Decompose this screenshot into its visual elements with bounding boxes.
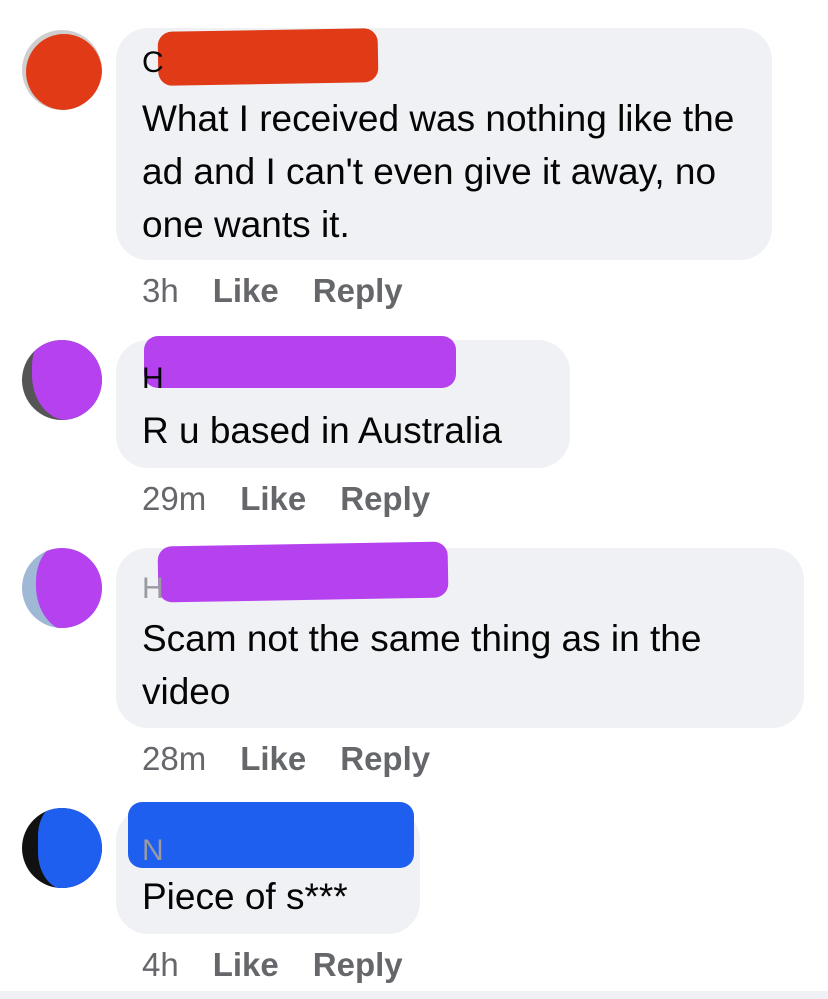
commenter-name[interactable]: H xyxy=(142,362,164,396)
like-button[interactable]: Like xyxy=(240,740,306,778)
comment-text: R u based in Australia xyxy=(142,410,502,451)
comment-text: Scam not the same thing as in the video xyxy=(142,618,702,712)
comment-text: Piece of s*** xyxy=(142,876,348,917)
reply-button[interactable]: Reply xyxy=(340,480,430,518)
comment-timestamp[interactable]: 28m xyxy=(142,740,206,778)
reply-button[interactable]: Reply xyxy=(313,272,403,310)
commenter-name[interactable]: N xyxy=(142,834,164,868)
comment-actions: 4h Like Reply xyxy=(142,946,403,984)
comment-actions: 28m Like Reply xyxy=(142,740,430,778)
comment-bubble: H R u based in Australia xyxy=(116,336,570,468)
comment-text: What I received was nothing like the ad … xyxy=(142,98,735,245)
comment-timestamp[interactable]: 29m xyxy=(142,480,206,518)
name-redaction xyxy=(157,541,449,603)
comment-bubble: C What I received was nothing like the a… xyxy=(116,28,772,260)
comment-bubble: N Piece of s*** xyxy=(116,802,420,934)
like-button[interactable]: Like xyxy=(213,272,279,310)
name-redaction xyxy=(157,28,379,86)
comment-timestamp[interactable]: 4h xyxy=(142,946,179,984)
name-redaction xyxy=(144,336,456,388)
like-button[interactable]: Like xyxy=(240,480,306,518)
reply-button[interactable]: Reply xyxy=(340,740,430,778)
commenter-avatar[interactable] xyxy=(22,340,102,420)
reply-button[interactable]: Reply xyxy=(313,946,403,984)
commenter-avatar[interactable] xyxy=(22,548,102,628)
like-button[interactable]: Like xyxy=(213,946,279,984)
commenter-name[interactable]: H xyxy=(142,572,164,606)
commenter-name[interactable]: C xyxy=(142,46,164,80)
comment-bubble: H Scam not the same thing as in the vide… xyxy=(116,541,804,728)
comment-timestamp[interactable]: 3h xyxy=(142,272,179,310)
bottom-divider xyxy=(0,991,828,999)
comment-actions: 3h Like Reply xyxy=(142,272,403,310)
commenter-avatar[interactable] xyxy=(22,808,102,888)
comment-actions: 29m Like Reply xyxy=(142,480,430,518)
commenter-avatar[interactable] xyxy=(22,30,102,110)
name-redaction xyxy=(128,802,414,868)
